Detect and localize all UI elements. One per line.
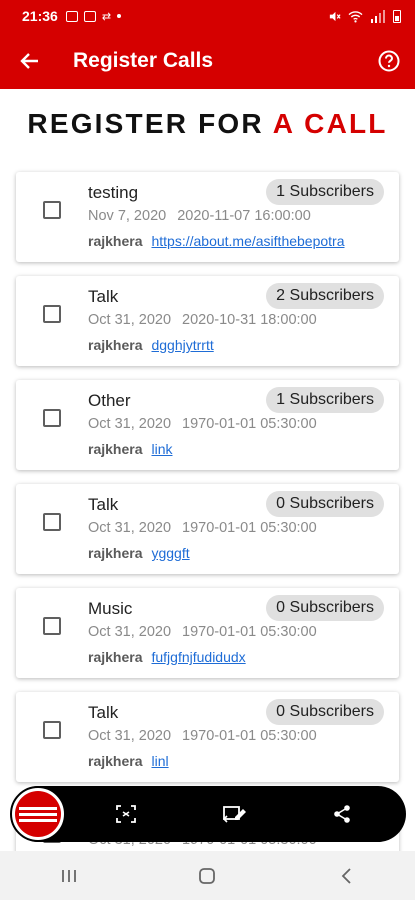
edit-button[interactable] — [216, 796, 252, 832]
host-username: rajkhera — [88, 753, 143, 769]
call-link[interactable]: ygggft — [151, 545, 189, 561]
host-username: rajkhera — [88, 337, 143, 353]
gallery-notification-icon — [65, 10, 78, 22]
call-host-line: rajkhera dgghjytrrtt — [88, 337, 214, 353]
call-datetime: 1970-01-01 05:30:00 — [182, 624, 317, 640]
help-button[interactable] — [377, 49, 401, 73]
more-notifications-dot-icon — [117, 14, 122, 18]
call-category: Other — [88, 391, 131, 410]
mute-icon — [329, 11, 341, 21]
call-date: Oct 31, 2020 — [88, 624, 172, 640]
call-category: Music — [88, 599, 133, 618]
call-link[interactable]: https://about.me/asifthebepotra — [151, 233, 344, 249]
subscribers-badge: 1 Subscribers — [266, 179, 384, 205]
call-datetime: 2020-11-07 16:00:00 — [177, 208, 311, 224]
host-username: rajkhera — [88, 649, 143, 665]
app-logo-button[interactable] — [10, 786, 66, 842]
call-date: Oct 31, 2020 — [88, 312, 172, 328]
call-datetime: 1970-01-01 05:30:00 — [182, 728, 317, 744]
call-datetime: 1970-01-01 05:30:00 — [182, 520, 317, 536]
call-link[interactable]: fufjgfnjfudidudx — [151, 649, 245, 665]
arrow-left-icon — [20, 52, 38, 69]
back-button[interactable] — [0, 32, 58, 89]
call-category: Talk — [88, 287, 119, 306]
call-host-line: rajkhera fufjgfnjfudidudx — [88, 649, 246, 665]
battery-icon — [393, 9, 401, 23]
system-nav-bar — [0, 851, 415, 900]
wifi-icon — [348, 10, 363, 23]
call-category: testing — [88, 183, 139, 202]
call-datetime: 2020-10-31 18:00:00 — [182, 312, 317, 328]
recent-apps-button[interactable] — [49, 856, 89, 896]
register-checkbox[interactable] — [43, 721, 61, 739]
screenshot-button[interactable] — [108, 796, 144, 832]
screenshot-capture-icon — [116, 805, 136, 823]
call-card[interactable]: Music 0 Subscribers Oct 31, 2020 1970-01-… — [16, 588, 399, 678]
register-checkbox[interactable] — [43, 513, 61, 531]
share-icon — [334, 805, 350, 823]
status-time: 21:36 — [22, 8, 58, 24]
call-card[interactable]: Talk 0 Subscribers Oct 31, 2020 1970-01-0… — [16, 484, 399, 574]
register-checkbox[interactable] — [43, 201, 61, 219]
cast-notification-icon: ⇄ — [101, 10, 112, 23]
host-username: rajkhera — [88, 233, 143, 249]
call-host-line: rajkhera linl — [88, 753, 169, 769]
call-host-line: rajkhera link — [88, 441, 173, 457]
call-host-line: rajkhera ygggft — [88, 545, 190, 561]
floating-toolbar — [10, 786, 406, 842]
call-datetime: 1970-01-01 05:30:00 — [182, 416, 317, 432]
subscribers-badge: 0 Subscribers — [266, 491, 384, 517]
call-category: Talk — [88, 495, 119, 514]
call-card[interactable]: testing 1 Subscribers Nov 7, 2020 2020-11… — [16, 172, 399, 262]
heading-part-2: A CALL — [272, 108, 388, 139]
call-card[interactable]: Other 1 Subscribers Oct 31, 2020 1970-01-… — [16, 380, 399, 470]
signal-icon — [371, 9, 385, 23]
share-button[interactable] — [324, 796, 360, 832]
app-notification-icon — [83, 10, 96, 22]
host-username: rajkhera — [88, 545, 143, 561]
host-username: rajkhera — [88, 441, 143, 457]
register-checkbox[interactable] — [43, 617, 61, 635]
home-icon — [199, 867, 216, 884]
call-date-line: Oct 31, 2020 2020-10-31 18:00:00 — [88, 312, 317, 328]
back-chevron-icon — [341, 867, 351, 884]
call-date-line: Oct 31, 2020 1970-01-01 05:30:00 — [88, 624, 317, 640]
call-date: Oct 31, 2020 — [88, 728, 172, 744]
register-checkbox[interactable] — [43, 305, 61, 323]
call-date-line: Oct 31, 2020 1970-01-01 05:30:00 — [88, 416, 317, 432]
call-date: Nov 7, 2020 — [88, 208, 167, 224]
call-link[interactable]: linl — [151, 753, 168, 769]
app-logo-icon — [15, 791, 61, 837]
app-bar: Register Calls — [0, 32, 415, 89]
call-date: Oct 31, 2020 — [88, 520, 172, 536]
call-card[interactable]: Talk 0 Subscribers Oct 31, 2020 1970-01-0… — [16, 692, 399, 782]
status-bar: 21:36 ⇄ — [0, 0, 415, 32]
system-status-icons — [328, 9, 401, 23]
call-link[interactable]: link — [151, 441, 172, 457]
call-date-line: Oct 31, 2020 1970-01-01 05:30:00 — [88, 520, 317, 536]
call-date-line: Nov 7, 2020 2020-11-07 16:00:00 — [88, 208, 311, 224]
subscribers-badge: 2 Subscribers — [266, 283, 384, 309]
recent-apps-icon — [62, 869, 77, 882]
edit-screen-icon — [222, 806, 246, 823]
call-date-line: Oct 31, 2020 1970-01-01 05:30:00 — [88, 728, 317, 744]
help-circle-icon — [378, 50, 400, 71]
register-checkbox[interactable] — [43, 409, 61, 427]
app-bar-title: Register Calls — [73, 48, 214, 72]
call-date: Oct 31, 2020 — [88, 416, 172, 432]
subscribers-badge: 1 Subscribers — [266, 387, 384, 413]
call-link[interactable]: dgghjytrrtt — [151, 337, 213, 353]
page-heading: REGISTER FOR A CALL — [0, 108, 415, 140]
back-nav-button[interactable] — [326, 856, 366, 896]
call-host-line: rajkhera https://about.me/asifthebepotra — [88, 233, 345, 249]
call-category: Talk — [88, 703, 119, 722]
subscribers-badge: 0 Subscribers — [266, 699, 384, 725]
call-card[interactable]: Talk 2 Subscribers Oct 31, 2020 2020-10-3… — [16, 276, 399, 366]
notification-icons: ⇄ — [65, 10, 122, 23]
heading-part-1: REGISTER FOR — [27, 108, 264, 139]
subscribers-badge: 0 Subscribers — [266, 595, 384, 621]
home-button[interactable] — [187, 856, 227, 896]
